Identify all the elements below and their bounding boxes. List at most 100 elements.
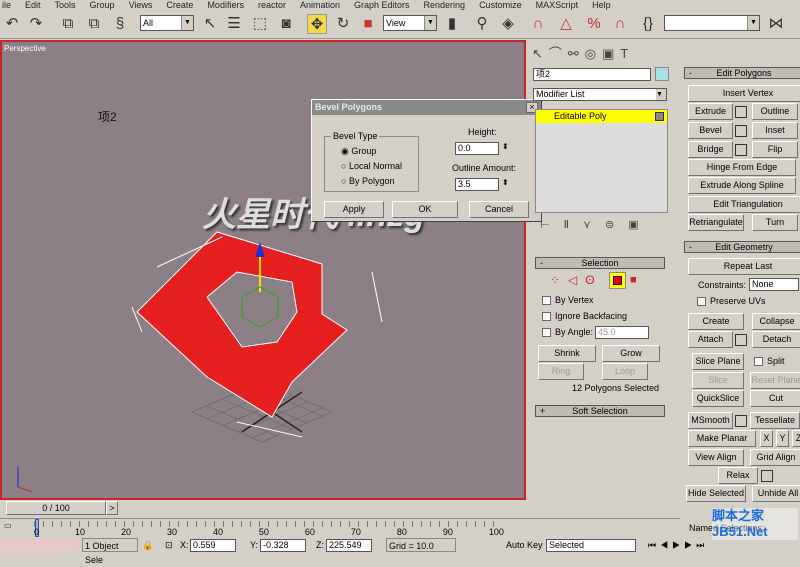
object-name-input[interactable]: 项2 (533, 68, 651, 81)
maxscript-listener[interactable] (0, 538, 78, 552)
make-planar-button[interactable]: Make Planar (688, 430, 756, 447)
lock-icon[interactable]: 🔒 (142, 538, 153, 552)
scale-icon[interactable]: ■ (358, 14, 378, 34)
auto-key-button[interactable]: Auto Key (506, 538, 543, 552)
panel-tabs-icons[interactable]: ↖⌒⚯◎▣T (532, 43, 634, 62)
msmooth-settings-icon[interactable] (735, 415, 747, 427)
trackbar-icon[interactable]: ▭ (4, 521, 12, 530)
menu-graph-editors[interactable]: Graph Editors (354, 0, 410, 10)
planar-x-button[interactable]: X (760, 430, 773, 447)
extrude-along-spline-button[interactable]: Extrude Along Spline (688, 177, 796, 194)
outline-amount-input[interactable]: 3.5 (455, 178, 499, 191)
constraints-dropdown[interactable]: None (749, 278, 799, 291)
radio-group[interactable]: ◉ Group (341, 146, 376, 157)
menu-help[interactable]: Help (592, 0, 611, 10)
y-coord-input[interactable]: -0.328 (260, 539, 306, 552)
link-icon[interactable]: ⧉ (58, 14, 78, 34)
menu-maxscript[interactable]: MAXScript (536, 0, 579, 10)
height-spinner[interactable]: ⬍ (502, 142, 509, 151)
flip-button[interactable]: Flip (752, 141, 798, 158)
object-color-swatch[interactable] (655, 67, 669, 81)
spinner-snap-icon[interactable]: ∩ (610, 14, 630, 34)
bind-space-warp-icon[interactable]: § (110, 14, 130, 34)
window-crossing-icon[interactable]: ◙ (276, 14, 296, 34)
extrude-button[interactable]: Extrude (688, 103, 733, 120)
collapse-button[interactable]: Collapse (752, 313, 800, 330)
grow-button[interactable]: Grow (602, 345, 660, 362)
cut-button[interactable]: Cut (750, 390, 800, 407)
radio-local-normal[interactable]: ○ Local Normal (341, 161, 402, 171)
ok-button[interactable]: OK (392, 201, 458, 218)
hinge-from-edge-button[interactable]: Hinge From Edge (688, 159, 796, 176)
bevel-button[interactable]: Bevel (688, 122, 733, 139)
by-angle-checkbox[interactable]: By Angle: (542, 327, 593, 337)
selection-rollout-header[interactable]: -Selection (535, 257, 665, 269)
percent-snap-icon[interactable]: % (584, 14, 604, 34)
shrink-button[interactable]: Shrink (538, 345, 596, 362)
soft-selection-rollout-header[interactable]: +Soft Selection (535, 405, 665, 417)
stack-item-editable-poly[interactable]: Editable Poly (536, 110, 667, 123)
element-mode-icon[interactable]: ■ (630, 274, 637, 286)
menu-reactor[interactable]: reactor (258, 0, 286, 10)
reference-coord-dropdown[interactable]: View▼ (383, 15, 437, 31)
rect-selection-icon[interactable]: ⬚ (250, 14, 270, 34)
planar-z-button[interactable]: Z (792, 430, 800, 447)
slice-plane-button[interactable]: Slice Plane (692, 353, 744, 370)
slice-button[interactable]: Slice (692, 372, 744, 389)
hide-selected-button[interactable]: Hide Selected (686, 485, 746, 502)
menu-edit[interactable]: Edit (25, 0, 41, 10)
apply-button[interactable]: Apply (324, 201, 384, 218)
bevel-settings-icon[interactable] (735, 125, 747, 137)
selection-filter-dropdown[interactable]: All▼ (140, 15, 194, 31)
by-vertex-checkbox[interactable]: By Vertex (542, 295, 594, 305)
repeat-last-button[interactable]: Repeat Last (688, 258, 800, 275)
extrude-settings-icon[interactable] (735, 106, 747, 118)
redo-icon[interactable]: ↷ (26, 14, 46, 34)
tessellate-button[interactable]: Tessellate (750, 412, 800, 429)
unlink-icon[interactable]: ⧉ (84, 14, 104, 34)
msmooth-button[interactable]: MSmooth (688, 412, 733, 429)
move-icon[interactable]: ✥ (307, 14, 327, 34)
relax-button[interactable]: Relax (718, 467, 758, 484)
stack-tools-icons[interactable]: ⊢Ⅱ⋎⊜▣ (540, 218, 653, 231)
subobject-icons[interactable]: ⁘◁ʘ (550, 273, 603, 287)
stack-light-icon[interactable] (655, 112, 664, 121)
cancel-button[interactable]: Cancel (469, 201, 529, 218)
ignore-backfacing-checkbox[interactable]: Ignore Backfacing (542, 311, 627, 321)
menu-modifiers[interactable]: Modifiers (207, 0, 244, 10)
outline-spinner[interactable]: ⬍ (502, 178, 509, 187)
loop-button[interactable]: Loop (602, 363, 648, 380)
menu-create[interactable]: Create (166, 0, 193, 10)
next-frame-icon[interactable]: > (106, 501, 118, 515)
inset-button[interactable]: Inset (752, 122, 798, 139)
angle-snap-icon[interactable]: △ (556, 14, 576, 34)
polygon-mode-icon[interactable] (609, 272, 626, 289)
menu-views[interactable]: Views (129, 0, 153, 10)
rotate-icon[interactable]: ↻ (333, 14, 353, 34)
radio-by-polygon[interactable]: ○ By Polygon (341, 176, 394, 186)
playback-controls[interactable]: ⏮◀▶▶⏭ (648, 538, 708, 552)
outline-button[interactable]: Outline (752, 103, 798, 120)
turn-button[interactable]: Turn (752, 214, 798, 231)
attach-list-icon[interactable] (735, 334, 747, 346)
menu-group[interactable]: Group (90, 0, 115, 10)
height-input[interactable]: 0.0 (455, 142, 499, 155)
insert-vertex-button[interactable]: Insert Vertex (688, 85, 800, 102)
relax-settings-icon[interactable] (761, 470, 773, 482)
create-button[interactable]: Create (688, 313, 744, 330)
undo-icon[interactable]: ↶ (2, 14, 22, 34)
quickslice-button[interactable]: QuickSlice (692, 390, 744, 407)
grid-align-button[interactable]: Grid Align (750, 449, 800, 466)
absolute-mode-icon[interactable]: ⊡ (165, 538, 173, 552)
manipulate-icon[interactable]: ⚲ (472, 14, 492, 34)
unhide-all-button[interactable]: Unhide All (752, 485, 800, 502)
planar-y-button[interactable]: Y (776, 430, 789, 447)
menu-tools[interactable]: Tools (55, 0, 76, 10)
menu-file[interactable]: ile (2, 0, 11, 10)
edit-polygons-rollout-header[interactable]: -Edit Polygons (684, 67, 800, 79)
select-icon[interactable]: ↖ (200, 14, 220, 34)
view-align-button[interactable]: View Align (688, 449, 744, 466)
edit-triangulation-button[interactable]: Edit Triangulation (688, 196, 800, 213)
select-by-name-icon[interactable]: ☰ (224, 14, 244, 34)
x-coord-input[interactable]: 0.559 (190, 539, 236, 552)
